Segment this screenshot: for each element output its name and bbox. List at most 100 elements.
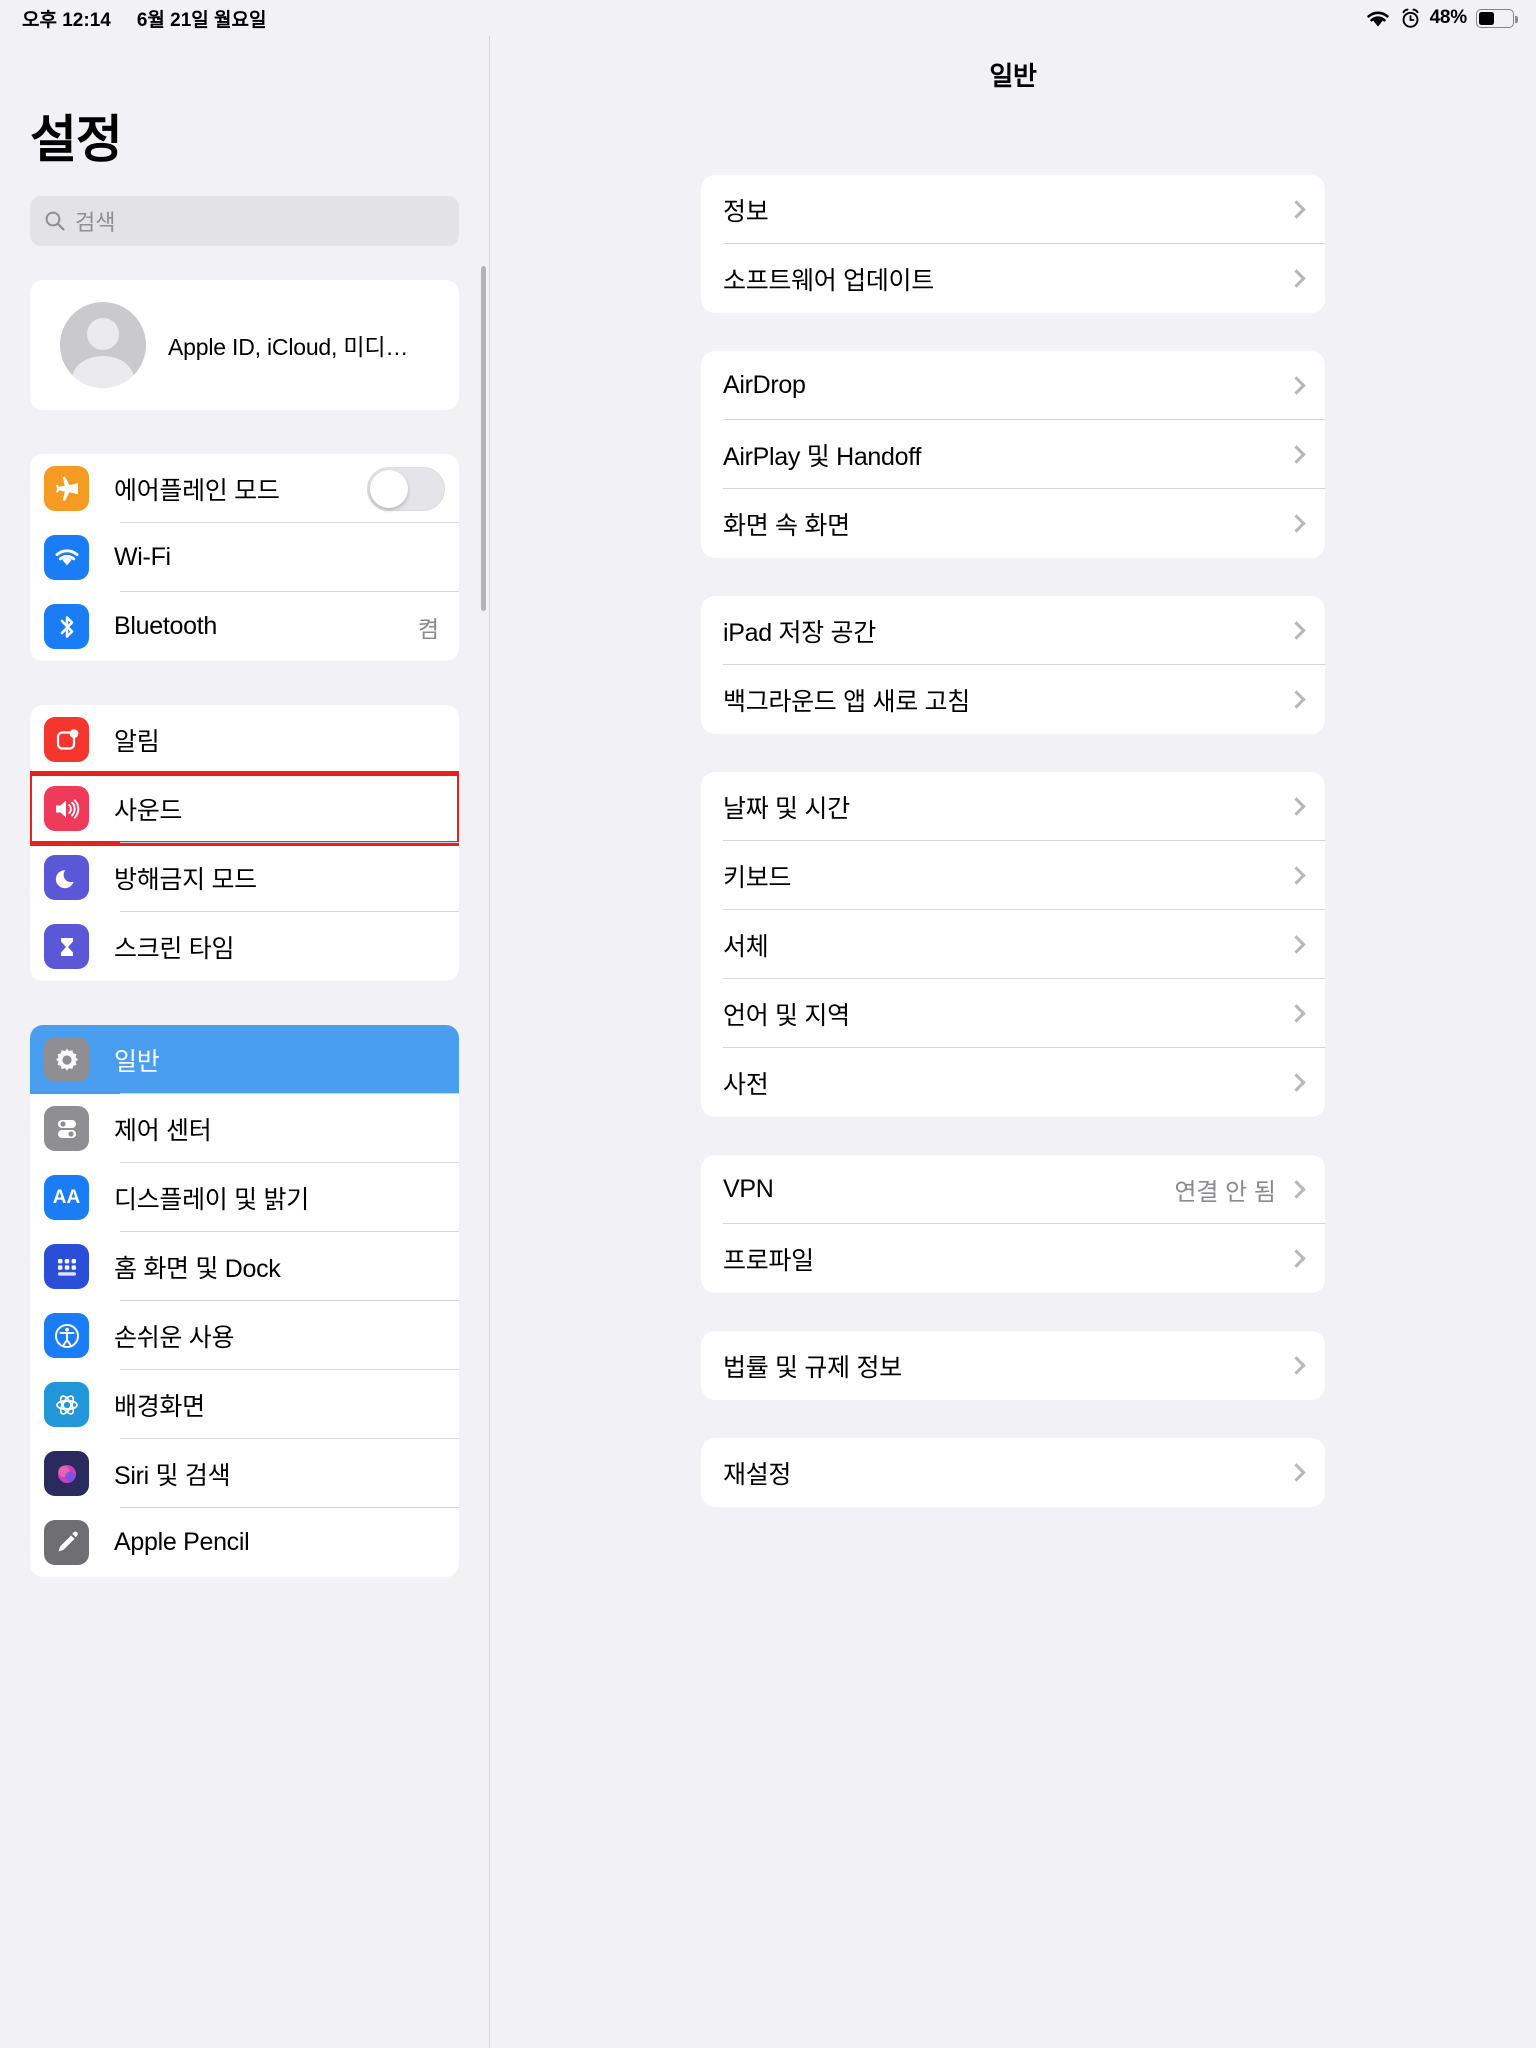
sidebar-item-apple-pencil[interactable]: Apple Pencil xyxy=(30,1508,459,1577)
person-avatar-icon xyxy=(60,302,146,388)
sidebar-item-label: 디스플레이 및 밝기 xyxy=(114,1185,309,1214)
detail-item-vpn[interactable]: VPN 연결 안 됨 xyxy=(701,1155,1325,1224)
sidebar-item-label: 배경화면 xyxy=(114,1392,205,1421)
chevron-right-icon xyxy=(1287,621,1306,640)
pencil-icon xyxy=(44,1520,89,1565)
detail-title: 일반 xyxy=(989,61,1037,91)
settings-sidebar: 설정 검색 Apple ID, iCloud, 미디어 및... 에어플레인 모… xyxy=(0,36,490,2048)
detail-item-reset[interactable]: 재설정 xyxy=(701,1438,1325,1507)
detail-item-airdrop[interactable]: AirDrop xyxy=(701,351,1325,420)
sidebar-group-connectivity: 에어플레인 모드 Wi-Fi Bluetooth 켬 xyxy=(30,454,459,661)
status-bar: 오후 12:14 6월 21일 월요일 48% xyxy=(0,0,1536,36)
detail-item-profile[interactable]: 프로파일 xyxy=(701,1224,1325,1293)
detail-item-airplay-handoff[interactable]: AirPlay 및 Handoff xyxy=(701,420,1325,489)
chevron-right-icon xyxy=(1287,200,1306,219)
detail-item-label: 언어 및 지역 xyxy=(723,1001,850,1030)
hourglass-icon xyxy=(44,924,89,969)
wallpaper-icon xyxy=(44,1382,89,1427)
chevron-right-icon xyxy=(1287,445,1306,464)
battery-percent: 48% xyxy=(1429,7,1468,28)
detail-group-localization: 날짜 및 시간 키보드 서체 언어 및 지역 사전 xyxy=(701,772,1325,1117)
control-center-icon xyxy=(44,1106,89,1151)
sidebar-item-wallpaper[interactable]: 배경화면 xyxy=(30,1370,459,1439)
detail-item-background-app-refresh[interactable]: 백그라운드 앱 새로 고침 xyxy=(701,665,1325,734)
detail-item-legal-regulatory[interactable]: 법률 및 규제 정보 xyxy=(701,1331,1325,1400)
chevron-right-icon xyxy=(1287,690,1306,709)
search-wrapper: 검색 xyxy=(0,172,489,246)
sidebar-item-label: Bluetooth xyxy=(114,612,217,640)
sidebar-group-general: 일반 제어 센터 AA 디스플레이 및 밝기 홈 화면 및 Dock 손쉬운 사… xyxy=(30,1025,459,1577)
sidebar-item-do-not-disturb[interactable]: 방해금지 모드 xyxy=(30,843,459,912)
chevron-right-icon xyxy=(1287,1356,1306,1375)
detail-group-reset: 재설정 xyxy=(701,1438,1325,1507)
sidebar-item-general[interactable]: 일반 xyxy=(30,1025,459,1094)
sidebar-item-display-brightness[interactable]: AA 디스플레이 및 밝기 xyxy=(30,1163,459,1232)
gear-icon xyxy=(44,1037,89,1082)
sidebar-item-label: 스크린 타임 xyxy=(114,934,235,963)
detail-item-label: 재설정 xyxy=(723,1460,792,1489)
accessibility-icon xyxy=(44,1313,89,1358)
vpn-status-value: 연결 안 됨 xyxy=(1174,1179,1276,1206)
sidebar-item-label: 손쉬운 사용 xyxy=(114,1323,235,1352)
detail-item-label: 사전 xyxy=(723,1070,769,1099)
chevron-right-icon xyxy=(1287,1463,1306,1482)
detail-item-keyboard[interactable]: 키보드 xyxy=(701,841,1325,910)
detail-group-vpn: VPN 연결 안 됨 프로파일 xyxy=(701,1155,1325,1293)
sound-speaker-icon xyxy=(44,786,89,831)
sidebar-item-label: 에어플레인 모드 xyxy=(114,476,280,505)
detail-item-date-time[interactable]: 날짜 및 시간 xyxy=(701,772,1325,841)
battery-icon xyxy=(1476,8,1518,28)
sidebar-item-siri-search[interactable]: Siri 및 검색 xyxy=(30,1439,459,1508)
siri-icon xyxy=(44,1451,89,1496)
sidebar-item-notifications[interactable]: 알림 xyxy=(30,705,459,774)
status-bar-left: 오후 12:14 6월 21일 월요일 xyxy=(22,5,267,32)
chevron-right-icon xyxy=(1287,797,1306,816)
general-detail-pane: 일반 정보 소프트웨어 업데이트 AirDrop AirPlay 및 Hando… xyxy=(490,36,1536,2048)
sidebar-item-home-screen-dock[interactable]: 홈 화면 및 Dock xyxy=(30,1232,459,1301)
detail-item-dictionary[interactable]: 사전 xyxy=(701,1048,1325,1117)
sidebar-item-wifi[interactable]: Wi-Fi xyxy=(30,523,459,592)
chevron-right-icon xyxy=(1287,1073,1306,1092)
sidebar-item-control-center[interactable]: 제어 센터 xyxy=(30,1094,459,1163)
sidebar-item-label: Apple Pencil xyxy=(114,1528,250,1556)
search-icon xyxy=(44,210,66,232)
airplane-mode-toggle[interactable] xyxy=(367,466,445,511)
bluetooth-icon xyxy=(44,604,89,649)
chevron-right-icon xyxy=(1287,1180,1306,1199)
sidebar-item-screen-time[interactable]: 스크린 타임 xyxy=(30,912,459,981)
sidebar-item-bluetooth[interactable]: Bluetooth 켬 xyxy=(30,592,459,661)
detail-item-label: 날짜 및 시간 xyxy=(723,794,850,823)
detail-item-about[interactable]: 정보 xyxy=(701,175,1325,244)
detail-item-language-region[interactable]: 언어 및 지역 xyxy=(701,979,1325,1048)
sidebar-item-label: Wi-Fi xyxy=(114,543,171,571)
detail-item-label: 법률 및 규제 정보 xyxy=(723,1353,902,1382)
sidebar-item-accessibility[interactable]: 손쉬운 사용 xyxy=(30,1301,459,1370)
search-input[interactable]: 검색 xyxy=(30,196,459,246)
sidebar-item-label: Siri 및 검색 xyxy=(114,1461,231,1490)
detail-item-picture-in-picture[interactable]: 화면 속 화면 xyxy=(701,489,1325,558)
sidebar-item-label: 방해금지 모드 xyxy=(114,865,257,894)
sidebar-item-label: 사운드 xyxy=(114,796,183,825)
alarm-clock-icon xyxy=(1400,8,1421,29)
detail-item-software-update[interactable]: 소프트웨어 업데이트 xyxy=(701,244,1325,313)
chevron-right-icon xyxy=(1287,376,1306,395)
page-title: 설정 xyxy=(30,111,123,168)
apple-id-row[interactable]: Apple ID, iCloud, 미디어 및... xyxy=(30,280,459,410)
sidebar-group-notifications: 알림 사운드 방해금지 모드 스크린 타임 xyxy=(30,705,459,981)
sidebar-item-airplane-mode[interactable]: 에어플레인 모드 xyxy=(30,454,459,523)
detail-item-label: 소프트웨어 업데이트 xyxy=(723,266,934,295)
chevron-right-icon xyxy=(1287,269,1306,288)
detail-group-sharing: AirDrop AirPlay 및 Handoff 화면 속 화면 xyxy=(701,351,1325,558)
sidebar-item-label: 알림 xyxy=(114,727,160,756)
chevron-right-icon xyxy=(1287,935,1306,954)
detail-item-label: 키보드 xyxy=(723,863,792,892)
status-date: 6월 21일 월요일 xyxy=(136,9,267,31)
display-aa-icon: AA xyxy=(44,1175,89,1220)
sidebar-item-sound[interactable]: 사운드 xyxy=(30,771,459,846)
chevron-right-icon xyxy=(1287,1249,1306,1268)
detail-item-fonts[interactable]: 서체 xyxy=(701,910,1325,979)
sidebar-scrollbar[interactable] xyxy=(481,266,486,611)
detail-item-label: AirDrop xyxy=(723,371,806,399)
detail-item-ipad-storage[interactable]: iPad 저장 공간 xyxy=(701,596,1325,665)
chevron-right-icon xyxy=(1287,514,1306,533)
